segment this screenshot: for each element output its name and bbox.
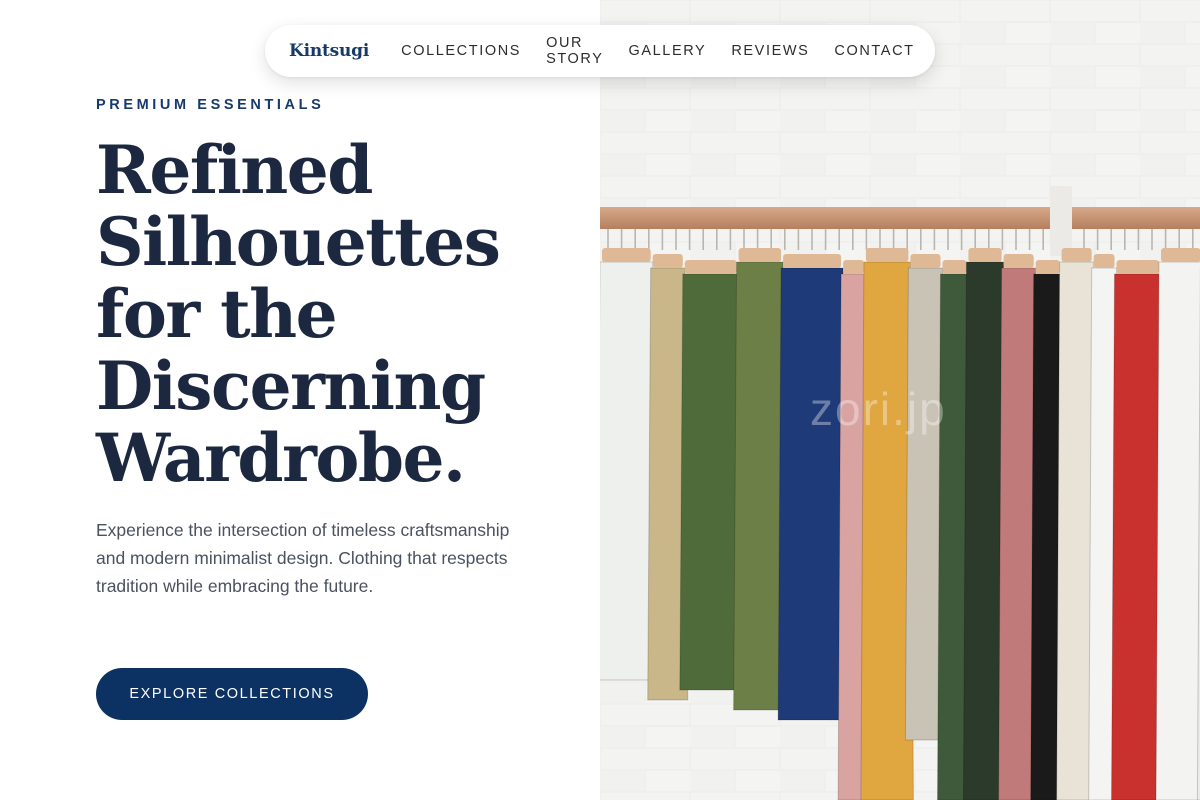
headline-line: Refined [96, 131, 373, 209]
garment [600, 261, 657, 681]
hero-clothing-rack-image: zori.jp [600, 0, 1200, 800]
image-watermark: zori.jp [810, 383, 947, 435]
wooden-hanger [602, 248, 651, 262]
wooden-hanger [968, 248, 1002, 262]
hero-headline: Refined Silhouettes for the Discerning W… [96, 134, 576, 494]
clothing-rack-illustration: zori.jp [600, 0, 1200, 800]
wooden-hanger [910, 254, 941, 268]
hero-eyebrow: PREMIUM ESSENTIALS [96, 97, 325, 113]
rod-bracket [1050, 186, 1072, 256]
garment [679, 273, 743, 691]
wooden-hanger [738, 248, 782, 262]
nav-link-contact[interactable]: CONTACT [834, 43, 914, 59]
wooden-hanger [783, 254, 842, 268]
headline-line: Silhouettes [96, 203, 501, 281]
nav-link-reviews[interactable]: REVIEWS [731, 43, 809, 59]
headline-line: for the [96, 275, 338, 353]
wooden-hanger [865, 248, 909, 262]
wooden-hanger [1161, 248, 1200, 262]
nav-link-gallery[interactable]: GALLERY [628, 43, 706, 59]
nav-link-collections[interactable]: COLLECTIONS [401, 43, 521, 59]
brand-logo[interactable]: Kintsugi [289, 41, 369, 61]
wooden-hanger [1093, 254, 1115, 268]
top-navigation: Kintsugi COLLECTIONS OUR STORY GALLERY R… [265, 25, 935, 77]
hero-description: Experience the intersection of timeless … [96, 520, 510, 596]
wooden-hanger [1061, 248, 1092, 262]
wooden-hanger [1116, 260, 1159, 274]
hanging-rod [600, 207, 1200, 229]
wooden-hanger [652, 254, 683, 268]
wooden-hanger [1035, 260, 1060, 274]
wooden-hanger [684, 260, 737, 274]
wooden-hanger [843, 260, 864, 274]
explore-collections-button[interactable]: EXPLORE COLLECTIONS [96, 668, 368, 720]
headline-line: Wardrobe. [96, 419, 466, 497]
wooden-hanger [1003, 254, 1034, 268]
garment [777, 267, 847, 721]
nav-link-our-story[interactable]: OUR STORY [546, 35, 603, 67]
wooden-hanger [942, 260, 967, 274]
garment [1155, 261, 1200, 800]
headline-line: Discerning [96, 347, 486, 425]
